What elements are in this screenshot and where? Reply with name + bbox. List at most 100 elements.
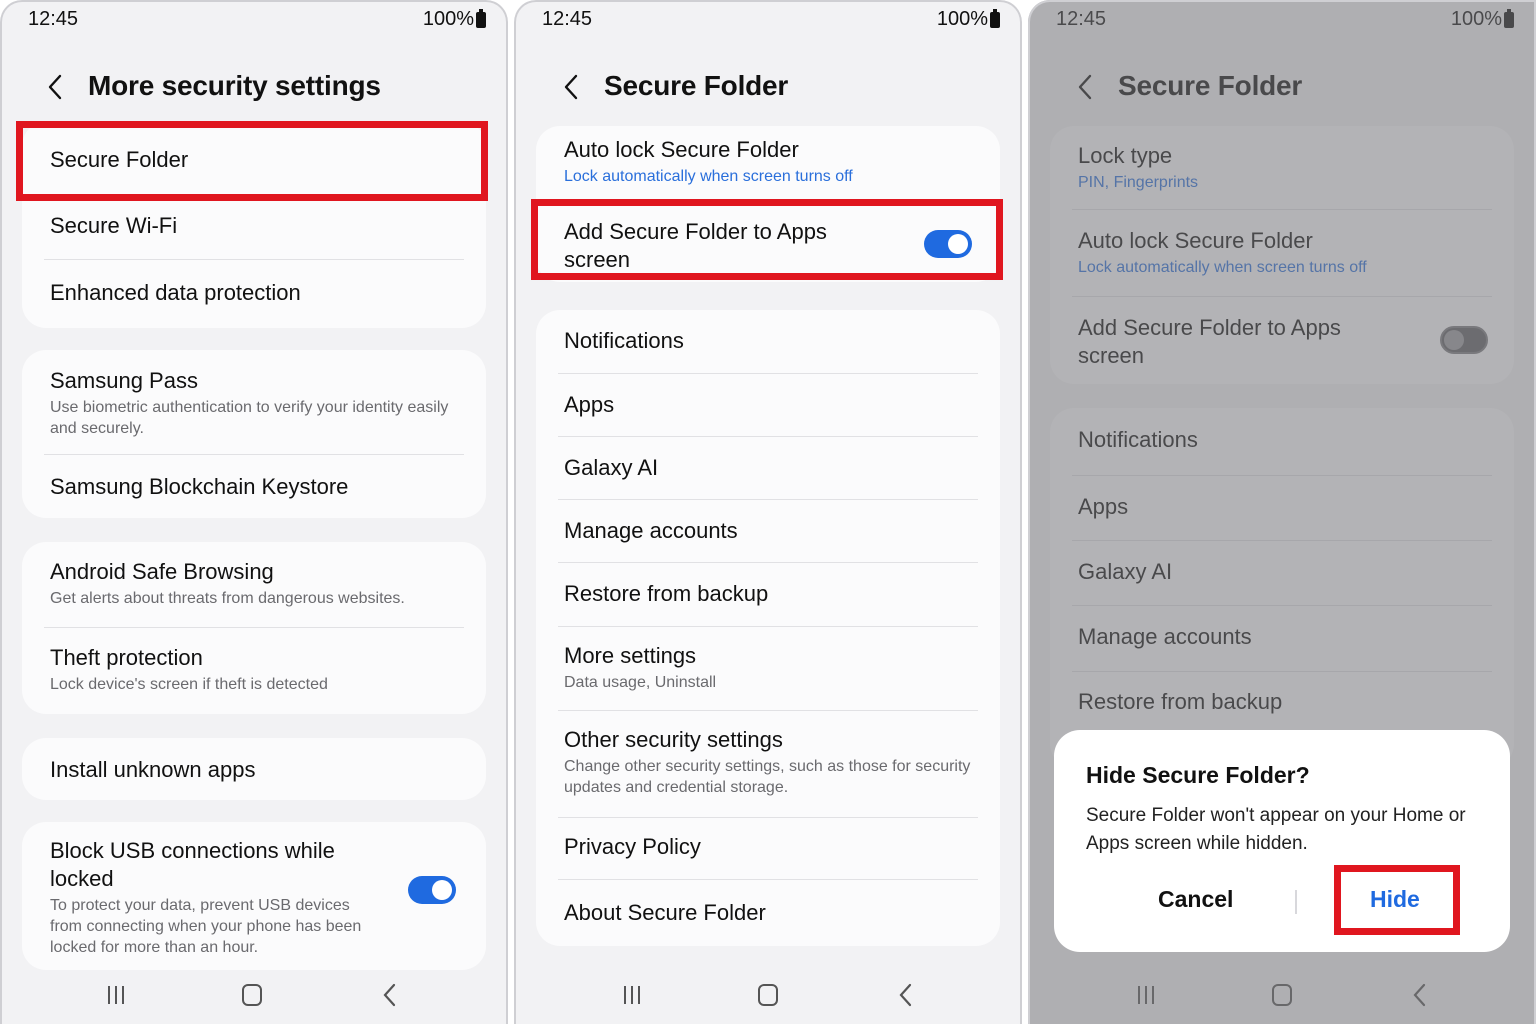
setting-theft-protection[interactable]: Theft protection Lock device's screen if… <box>50 644 458 695</box>
divider <box>44 259 464 260</box>
setting-android-safe-browsing[interactable]: Android Safe Browsing Get alerts about t… <box>50 558 458 609</box>
add-to-apps-toggle[interactable] <box>1440 326 1488 354</box>
status-bar: 12:45 100% <box>0 6 508 34</box>
battery-icon <box>476 9 486 28</box>
recents-icon[interactable] <box>101 982 131 1008</box>
page-title: Secure Folder <box>604 70 789 101</box>
back-arrow-icon[interactable] <box>44 72 68 102</box>
cancel-button[interactable]: Cancel <box>1158 886 1233 913</box>
phone-screen-more-security: 12:45 100% More security settings Secure… <box>0 0 508 1024</box>
status-bar: 12:45 100% <box>514 6 1022 34</box>
recents-icon[interactable] <box>617 982 647 1008</box>
setting-manage-accounts[interactable]: Manage accounts <box>564 517 972 545</box>
status-time: 12:45 <box>542 8 593 30</box>
divider <box>1072 209 1492 210</box>
setting-summary: Get alerts about threats from dangerous … <box>50 590 405 607</box>
setting-label: Lock type <box>1078 143 1173 168</box>
setting-apps[interactable]: Apps <box>564 391 972 419</box>
setting-label: Android Safe Browsing <box>50 559 274 584</box>
setting-manage-accounts[interactable]: Manage accounts <box>1078 623 1486 651</box>
divider <box>558 817 978 818</box>
setting-privacy-policy[interactable]: Privacy Policy <box>564 833 972 861</box>
setting-galaxy-ai[interactable]: Galaxy AI <box>1078 558 1486 586</box>
setting-samsung-pass[interactable]: Samsung Pass Use biometric authenticatio… <box>50 367 458 439</box>
setting-summary: Lock automatically when screen turns off <box>564 168 853 185</box>
divider <box>44 454 464 455</box>
home-icon[interactable] <box>237 982 267 1008</box>
setting-more-settings[interactable]: More settings Data usage, Uninstall <box>564 642 972 693</box>
setting-samsung-blockchain-keystore[interactable]: Samsung Blockchain Keystore <box>50 473 458 501</box>
app-bar: More security settings <box>0 62 508 114</box>
button-separator <box>1295 890 1297 914</box>
battery-icon <box>1504 9 1514 28</box>
battery-percent: 100% <box>1450 8 1502 30</box>
highlight-box <box>531 199 1003 280</box>
phone-screen-secure-folder: 12:45 100% Secure Folder Auto lock Secur… <box>514 0 1022 1024</box>
battery-percent: 100% <box>422 8 474 30</box>
setting-enhanced-data-protection[interactable]: Enhanced data protection <box>50 279 458 307</box>
divider <box>1072 540 1492 541</box>
navigation-bar <box>514 966 1022 1024</box>
setting-label: Enhanced data protection <box>50 280 301 305</box>
home-icon[interactable] <box>1267 982 1297 1008</box>
settings-card: Android Safe Browsing Get alerts about t… <box>22 542 486 714</box>
setting-auto-lock[interactable]: Auto lock Secure Folder Lock automatical… <box>564 136 972 187</box>
highlight-box <box>1334 865 1460 935</box>
setting-galaxy-ai[interactable]: Galaxy AI <box>564 454 972 482</box>
app-bar: Secure Folder <box>514 62 1022 114</box>
setting-lock-type[interactable]: Lock type PIN, Fingerprints <box>1078 142 1486 193</box>
settings-card: Install unknown apps <box>22 738 486 800</box>
setting-summary: Data usage, Uninstall <box>564 674 717 691</box>
setting-notifications[interactable]: Notifications <box>1078 426 1486 454</box>
setting-label: Auto lock Secure Folder <box>1078 228 1313 253</box>
divider <box>558 373 978 374</box>
page-title: Secure Folder <box>1118 70 1303 101</box>
back-arrow-icon[interactable] <box>1074 72 1098 102</box>
recents-icon[interactable] <box>1131 982 1161 1008</box>
setting-summary: Use biometric authentication to verify y… <box>50 399 449 437</box>
setting-label: Manage accounts <box>564 518 738 543</box>
setting-label: Install unknown apps <box>50 757 256 782</box>
setting-restore-from-backup[interactable]: Restore from backup <box>564 580 972 608</box>
home-icon[interactable] <box>753 982 783 1008</box>
settings-card: Lock type PIN, Fingerprints Auto lock Se… <box>1050 126 1514 384</box>
divider <box>1072 671 1492 672</box>
divider <box>558 879 978 880</box>
setting-apps[interactable]: Apps <box>1078 493 1486 521</box>
divider <box>558 626 978 627</box>
setting-label: Notifications <box>1078 427 1198 452</box>
back-arrow-icon[interactable] <box>560 72 584 102</box>
status-bar: 12:45 100% <box>1028 6 1536 34</box>
settings-card: Notifications Apps Galaxy AI Manage acco… <box>1050 408 1514 768</box>
block-usb-toggle[interactable] <box>408 876 456 904</box>
setting-auto-lock[interactable]: Auto lock Secure Folder Lock automatical… <box>1078 227 1486 278</box>
divider <box>44 627 464 628</box>
setting-label: Manage accounts <box>1078 624 1252 649</box>
navigation-bar <box>1028 966 1536 1024</box>
back-nav-icon[interactable] <box>891 982 921 1008</box>
divider <box>558 710 978 711</box>
setting-add-to-apps-screen[interactable]: Add Secure Folder to Apps screen <box>1078 314 1394 370</box>
setting-other-security-settings[interactable]: Other security settings Change other sec… <box>564 726 972 798</box>
setting-label: Theft protection <box>50 645 203 670</box>
setting-summary: Lock device's screen if theft is detecte… <box>50 676 328 693</box>
settings-card: Notifications Apps Galaxy AI Manage acco… <box>536 310 1000 946</box>
setting-notifications[interactable]: Notifications <box>564 327 972 355</box>
setting-label: Galaxy AI <box>564 455 659 480</box>
divider <box>1072 605 1492 606</box>
setting-label: Block USB connections while locked <box>50 838 335 891</box>
back-nav-icon[interactable] <box>375 982 405 1008</box>
back-nav-icon[interactable] <box>1405 982 1435 1008</box>
setting-secure-wifi[interactable]: Secure Wi-Fi <box>50 212 458 240</box>
divider <box>558 562 978 563</box>
setting-about-secure-folder[interactable]: About Secure Folder <box>564 899 972 927</box>
setting-install-unknown-apps[interactable]: Install unknown apps <box>50 756 458 784</box>
setting-block-usb[interactable]: Block USB connections while locked To pr… <box>50 837 376 958</box>
setting-summary: PIN, Fingerprints <box>1078 174 1199 191</box>
setting-label: Add Secure Folder to Apps screen <box>1078 315 1341 368</box>
setting-label: Galaxy AI <box>1078 559 1173 584</box>
divider <box>558 436 978 437</box>
setting-label: Privacy Policy <box>564 834 701 859</box>
setting-restore-from-backup[interactable]: Restore from backup <box>1078 688 1486 716</box>
battery-percent: 100% <box>936 8 988 30</box>
